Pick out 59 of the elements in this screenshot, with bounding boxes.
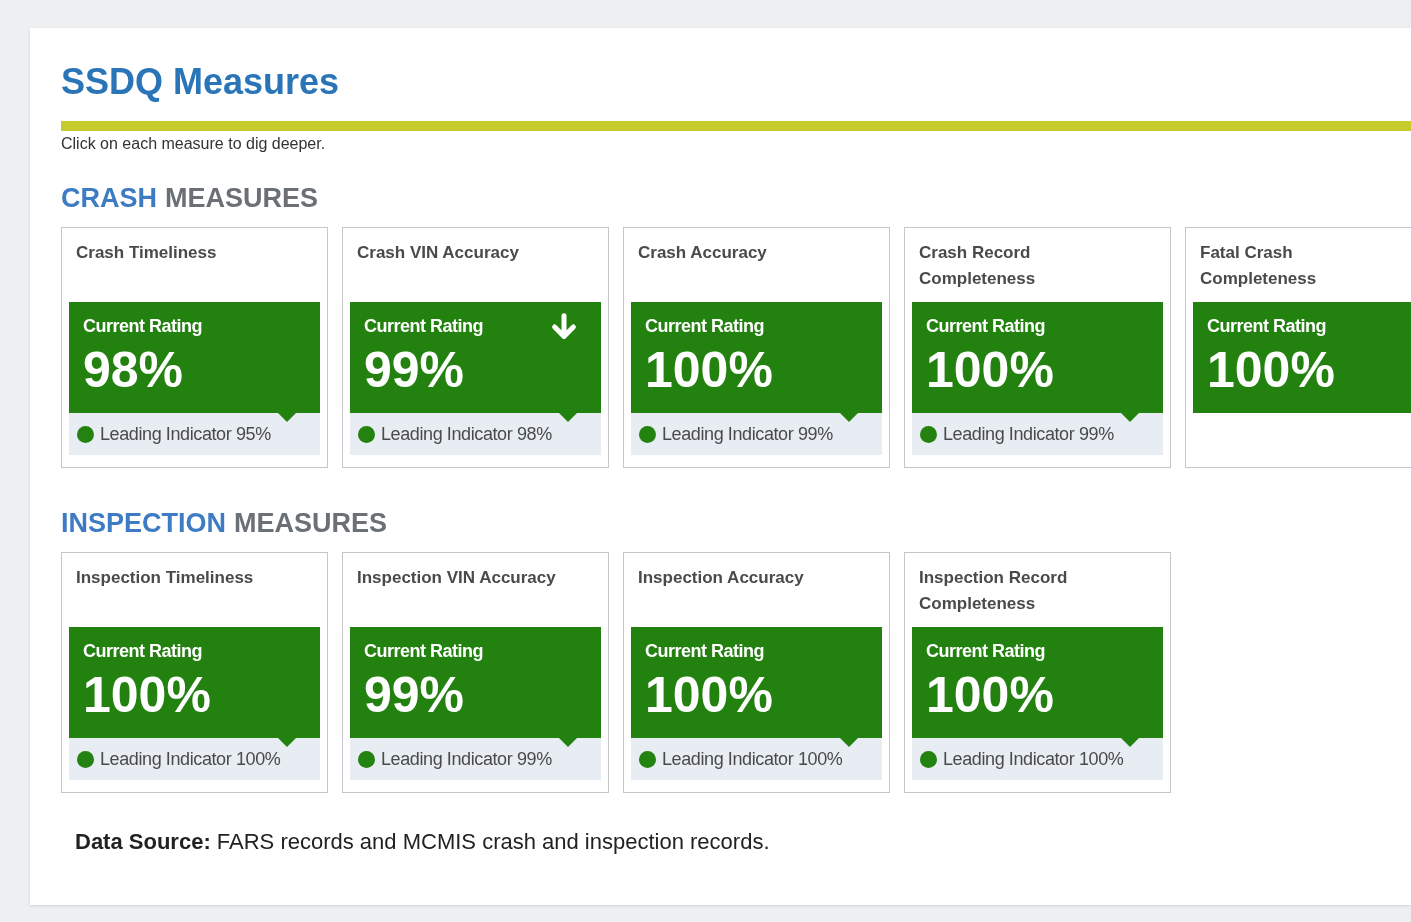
pointer-icon [559,413,577,422]
leading-indicator-text: Leading Indicator 99% [662,423,833,445]
rating-label: Current Rating [1207,315,1326,338]
measure-title: Crash Record Completeness [919,242,1037,290]
rating-label: Current Rating [83,315,202,338]
page-title: SSDQ Measures [61,60,341,104]
leading-indicator-text: Leading Indicator 95% [100,423,271,445]
rating-value: 100% [645,343,773,397]
pointer-icon [559,738,577,747]
rating-value: 98% [83,343,184,397]
rating-label: Current Rating [926,315,1045,338]
pointer-icon [840,413,858,422]
measure-title: Fatal Crash Completeness [1200,242,1318,290]
rating-value: 100% [1207,343,1335,397]
measure-title: Inspection Record Completeness [919,567,1069,615]
section-heading-highlight: CRASH [61,182,157,215]
measure-card[interactable]: Crash Record Completeness Current Rating 100% Leading Indicator 99% [904,227,1171,468]
measure-card[interactable]: Inspection Timeliness Current Rating 100% Leading Indicator 100% [61,552,328,793]
rating-value: 100% [926,668,1054,722]
measure-card[interactable]: Inspection VIN Accuracy Current Rating 99% Leading Indicator 99% [342,552,609,793]
leading-indicator-text: Leading Indicator 98% [381,423,552,445]
pointer-icon [840,738,858,747]
pointer-icon [1121,738,1139,747]
rating-label: Current Rating [645,315,764,338]
rating-label: Current Rating [83,640,202,663]
measure-title: Crash Timeliness [76,242,217,264]
measure-card[interactable]: Fatal Crash Completeness Current Rating 100% [1185,227,1411,468]
measure-card[interactable]: Crash Timeliness Current Rating 98% Leading Indicator 95% [61,227,328,468]
rating-label: Current Rating [645,640,764,663]
rating-value: 99% [364,343,465,397]
pointer-icon [1121,413,1139,422]
measure-card[interactable]: Inspection Record Completeness Current Rating 100% Leading Indicator 100% [904,552,1171,793]
measure-title: Inspection Timeliness [76,567,254,589]
section-heading-text: MEASURES [234,507,388,540]
data-source-note: Data Source: FARS records and MCMIS crash and inspection records. [75,828,770,856]
leading-indicator-text: Leading Indicator 99% [381,748,552,770]
measure-title: Crash VIN Accuracy [357,242,519,264]
rating-label: Current Rating [364,640,483,663]
rating-label: Current Rating [926,640,1045,663]
measure-title: Inspection VIN Accuracy [357,567,556,589]
rating-value: 100% [83,668,211,722]
pointer-icon [278,738,296,747]
pointer-icon [278,413,296,422]
leading-indicator-text: Leading Indicator 100% [662,748,843,770]
leading-indicator-text: Leading Indicator 100% [943,748,1124,770]
rating-value: 100% [645,668,773,722]
section-heading-text: MEASURES [165,182,319,215]
measure-card[interactable]: Crash VIN Accuracy Current Rating 99% Leading Indicator 98% [342,227,609,468]
rating-label: Current Rating [364,315,483,338]
instruction-text: Click on each measure to dig deeper. [61,134,326,154]
measure-card[interactable]: Inspection Accuracy Current Rating 100% Leading Indicator 100% [623,552,890,793]
measure-card[interactable]: Crash Accuracy Current Rating 100% Leading Indicator 99% [623,227,890,468]
measure-title: Inspection Accuracy [638,567,804,589]
rating-value: 100% [926,343,1054,397]
measure-title: Crash Accuracy [638,242,767,264]
section-heading-highlight: INSPECTION [61,507,227,540]
rating-value: 99% [364,668,465,722]
leading-indicator-text: Leading Indicator 99% [943,423,1114,445]
leading-indicator-text: Leading Indicator 100% [100,748,281,770]
